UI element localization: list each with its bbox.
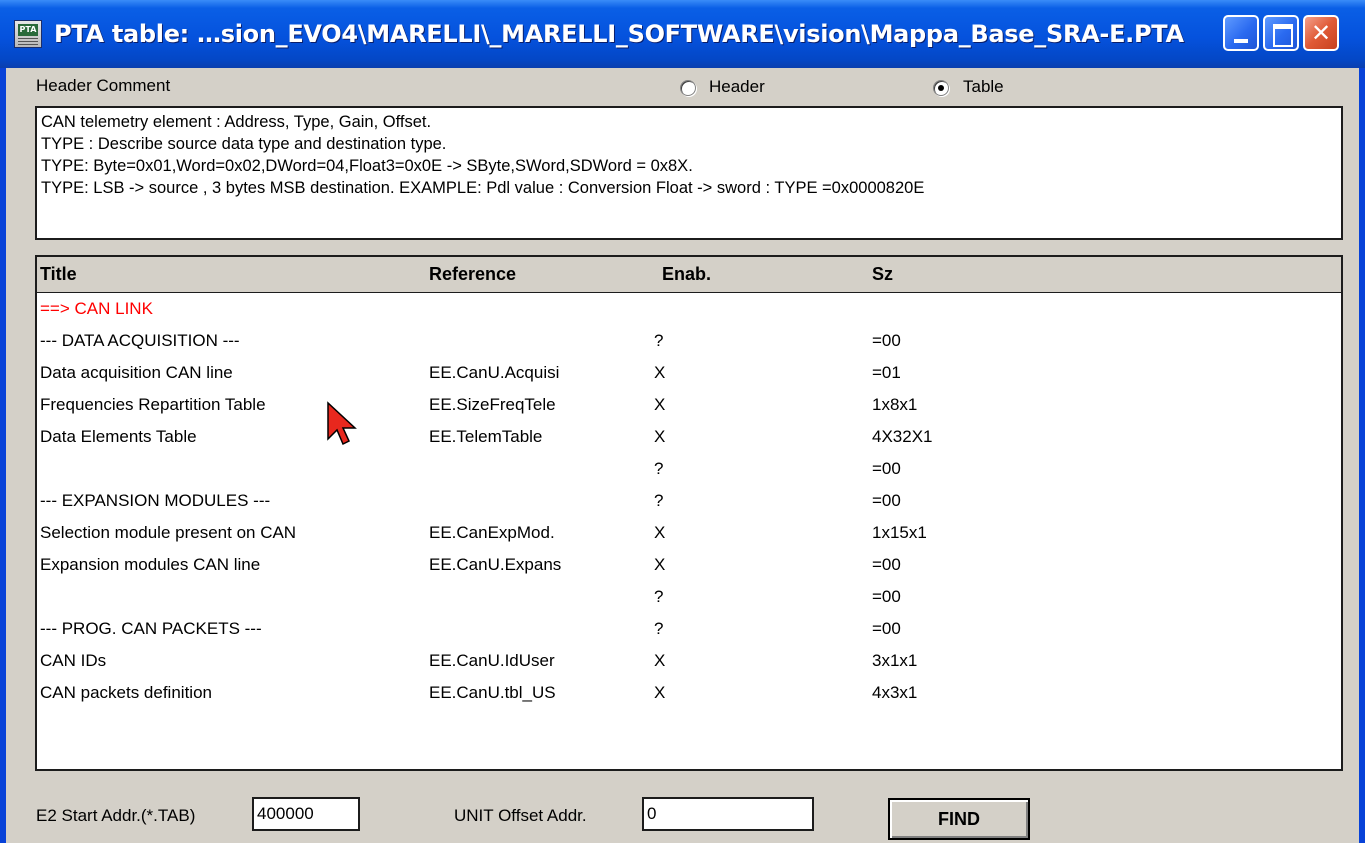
e2-start-label: E2 Start Addr.(*.TAB) <box>36 806 196 825</box>
close-icon: ✕ <box>1310 19 1332 47</box>
table-row[interactable]: ? =00 <box>37 581 1341 613</box>
minimize-button[interactable] <box>1223 15 1259 51</box>
table-row[interactable]: CAN IDs EE.CanU.IdUser X 3x1x1 <box>37 645 1341 677</box>
cell-title: --- PROG. CAN PACKETS --- <box>40 619 262 638</box>
column-header-reference[interactable]: Reference <box>429 257 516 291</box>
e2-start-address-input[interactable]: 400000 <box>252 797 360 831</box>
table-row[interactable]: Frequencies Repartition Table EE.SizeFreq… <box>37 389 1341 421</box>
app-icon-label: PTA <box>18 24 38 36</box>
app-icon-lines <box>18 38 38 45</box>
cell-title: CAN packets definition <box>40 683 212 702</box>
cell-enab: ? <box>654 587 664 606</box>
cell-sz: =00 <box>872 555 901 574</box>
cell-enab: X <box>654 523 666 542</box>
header-comment-textarea[interactable]: CAN telemetry element : Address, Type, G… <box>35 106 1343 240</box>
column-header-enab[interactable]: Enab. <box>662 257 711 291</box>
comment-line: TYPE: LSB -> source , 3 bytes MSB destin… <box>41 179 925 197</box>
cell-enab: X <box>654 427 666 446</box>
cell-reference: EE.CanExpMod. <box>429 523 555 542</box>
title-bar[interactable]: PTA PTA table: …sion_EVO4\MARELLI\_MAREL… <box>0 0 1365 68</box>
cell-title: Selection module present on CAN <box>40 523 297 542</box>
cell-enab: X <box>654 683 666 702</box>
table-header: Title Reference Enab. Sz <box>37 257 1341 293</box>
cell-reference: EE.CanU.Expans <box>429 555 562 574</box>
cell-reference: EE.SizeFreqTele <box>429 395 556 414</box>
cell-title: Expansion modules CAN line <box>40 555 261 574</box>
cell-sz: =00 <box>872 331 901 350</box>
table-row[interactable]: CAN packets definition EE.CanU.tbl_US X 4x3… <box>37 677 1341 709</box>
table-row[interactable]: Data Elements Table EE.TelemTable X 4X32X1 <box>37 421 1341 453</box>
cell-enab: ? <box>654 491 664 510</box>
cell-sz: 1x8x1 <box>872 395 918 414</box>
radio-table[interactable] <box>933 80 949 96</box>
comment-line: TYPE : Describe source data type and des… <box>41 135 447 153</box>
window-title: PTA table: …sion_EVO4\MARELLI\_MARELLI_S… <box>54 20 1184 48</box>
cell-enab: ? <box>654 619 664 638</box>
cell-title: Data acquisition CAN line <box>40 363 233 382</box>
cell-sz: =00 <box>872 491 901 510</box>
comment-line: CAN telemetry element : Address, Type, G… <box>41 113 432 131</box>
cell-enab: X <box>654 555 666 574</box>
pta-app-icon[interactable]: PTA <box>14 20 42 48</box>
cell-title: Data Elements Table <box>40 427 197 446</box>
cell-reference: EE.CanU.tbl_US <box>429 683 556 702</box>
cell-title: Frequencies Repartition Table <box>40 395 266 414</box>
minimize-icon <box>1234 39 1248 43</box>
column-header-title[interactable]: Title <box>40 257 77 291</box>
cell-sz: =00 <box>872 587 901 606</box>
comment-line: TYPE: Byte=0x01,Word=0x02,DWord=04,Float… <box>41 157 693 175</box>
table-row[interactable]: ? =00 <box>37 453 1341 485</box>
client-area: Header Comment Header Table CAN telemetr… <box>6 68 1359 843</box>
cell-sz: 4x3x1 <box>872 683 918 702</box>
cell-sz: 1x15x1 <box>872 523 927 542</box>
cell-enab: X <box>654 363 666 382</box>
cell-title: --- EXPANSION MODULES --- <box>40 491 271 510</box>
column-header-sz[interactable]: Sz <box>872 257 893 291</box>
cell-sz: 4X32X1 <box>872 427 933 446</box>
cell-reference: EE.CanU.IdUser <box>429 651 555 670</box>
table-row[interactable]: Selection module present on CAN EE.CanExp… <box>37 517 1341 549</box>
cell-sz: =00 <box>872 619 901 638</box>
radio-header[interactable] <box>680 80 696 96</box>
cell-enab: X <box>654 395 666 414</box>
cell-sz: =00 <box>872 459 901 478</box>
table-row[interactable]: --- PROG. CAN PACKETS ---? =00 <box>37 613 1341 645</box>
header-comment-label: Header Comment <box>36 76 171 95</box>
radio-table-label[interactable]: Table <box>963 77 1004 97</box>
cell-sz: 3x1x1 <box>872 651 918 670</box>
pta-table[interactable]: Title Reference Enab. Sz ==> CAN LINK ---… <box>35 255 1343 771</box>
cell-reference: EE.CanU.Acquisi <box>429 363 560 382</box>
cell-enab: ? <box>654 331 664 350</box>
cell-title: ==> CAN LINK <box>40 299 153 318</box>
unit-offset-label: UNIT Offset Addr. <box>454 806 587 825</box>
cell-enab: ? <box>654 459 664 478</box>
close-button[interactable]: ✕ <box>1303 15 1339 51</box>
cell-sz: =01 <box>872 363 901 382</box>
radio-header-label[interactable]: Header <box>709 77 765 97</box>
cell-enab: X <box>654 651 666 670</box>
find-button[interactable]: FIND <box>888 798 1030 840</box>
cell-title: --- DATA ACQUISITION --- <box>40 331 240 350</box>
table-row[interactable]: --- EXPANSION MODULES ---? =00 <box>37 485 1341 517</box>
table-row[interactable]: --- DATA ACQUISITION ---? =00 <box>37 325 1341 357</box>
maximize-button[interactable] <box>1263 15 1299 51</box>
pta-table-window: PTA PTA table: …sion_EVO4\MARELLI\_MAREL… <box>0 0 1365 843</box>
table-row[interactable]: Data acquisition CAN line EE.CanU.Acquisi… <box>37 357 1341 389</box>
maximize-icon <box>1273 24 1293 47</box>
table-row[interactable]: Expansion modules CAN line EE.CanU.Expans… <box>37 549 1341 581</box>
cell-reference: EE.TelemTable <box>429 427 543 446</box>
table-row[interactable]: ==> CAN LINK <box>37 293 1341 325</box>
mouse-cursor-icon <box>327 401 357 446</box>
unit-offset-address-input[interactable]: 0 <box>642 797 814 831</box>
cell-title: CAN IDs <box>40 651 107 670</box>
